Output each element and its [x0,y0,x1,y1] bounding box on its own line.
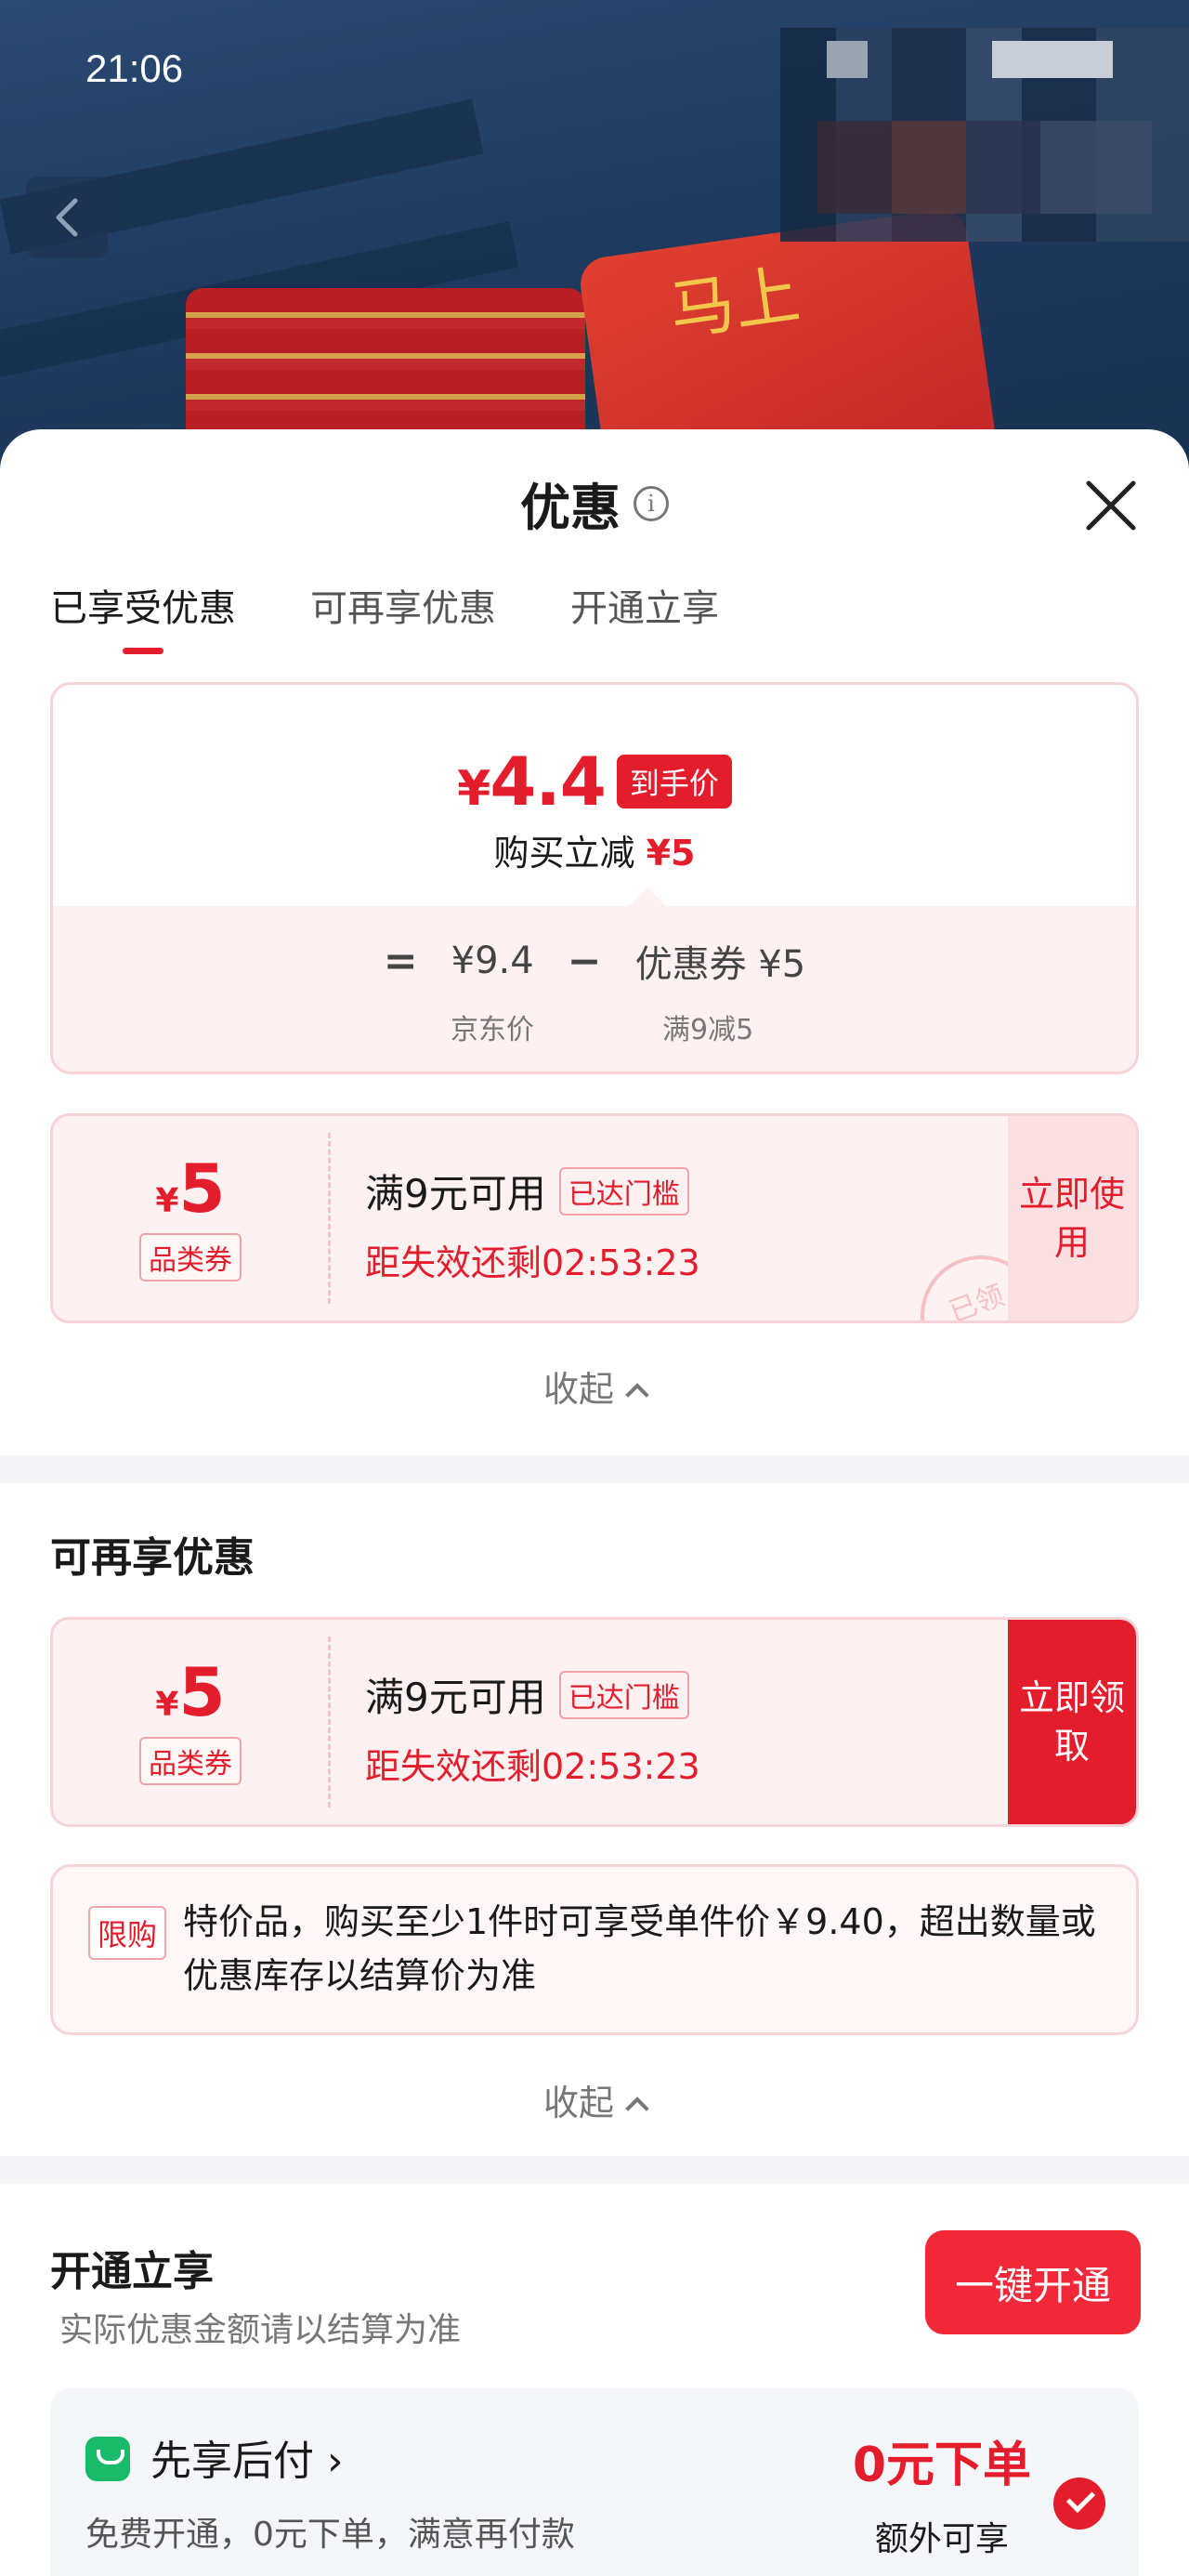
condition-text: 满9元可用 [365,1675,546,1720]
equals-sign: = [383,937,418,985]
reached-badge: 已达门槛 [558,1166,689,1216]
pixelated-region [817,121,1152,214]
limit-badge: 限购 [88,1906,167,1960]
summary-top: ¥4.4 到手价 购买立减 ¥5 [53,685,1136,906]
formula-row: = ¥9.4 − 优惠券 ¥5 [53,934,1136,988]
collapse-button[interactable]: 收起 [0,1360,1189,1412]
collapse-label: 收起 [542,1369,614,1410]
coupon-condition: 满9元可用 已达门槛 [365,1666,700,1723]
expire-countdown: 距失效还剩02:53:23 [365,1746,700,1787]
reduce-row: 购买立减 ¥5 [53,824,1136,875]
coupon-part: 优惠券 ¥5 [634,943,806,986]
one-click-open-button[interactable]: 一键开通 [925,2230,1141,2334]
condition-text: 满9元可用 [365,1171,546,1216]
coupon-condition: 满9元可用 已达门槛 [365,1163,700,1219]
open-section-title: 开通立享 [50,2248,214,2295]
tab-enjoyed[interactable]: 已享受优惠 [50,578,236,654]
cup-print: 马上 [664,256,804,350]
section-divider [0,2156,1189,2184]
price-row: ¥4.4 到手价 [53,743,1136,821]
summary-formula: = ¥9.4 − 优惠券 ¥5 京东价 满9减5 [53,887,1136,1071]
status-icon-masked [992,41,1113,78]
tab-open[interactable]: 开通立享 [570,578,719,654]
use-now-button[interactable]: 立即使用 [1008,1116,1136,1321]
close-button[interactable] [1083,478,1139,533]
jd-price: ¥9.4 [451,940,534,982]
collapse-button[interactable]: 收起 [0,2074,1189,2125]
pay-later-desc: 免费开通，0元下单，满意再付款 [85,2516,575,2554]
coupon-value: ¥5 品类券 [53,1116,328,1321]
purchase-limit-notice: 限购 特价品，购买至少1件时可享受单件价￥9.40，超出数量或优惠库存以结算价为… [50,1864,1139,2035]
price-summary-card: ¥4.4 到手价 购买立减 ¥5 = ¥9.4 − 优惠券 ¥5 京东价 满9减… [50,682,1139,1074]
final-price: ¥4.4 [457,743,607,821]
sheet-header: 优惠 i [0,467,1189,540]
coupon-amount-value: 5 [178,1150,226,1228]
info-icon[interactable]: i [634,485,669,521]
reduce-amount: ¥5 [646,833,696,874]
pay-later-title[interactable]: 先享后付 › [150,2427,344,2487]
currency-symbol: ¥ [155,1686,179,1724]
coupon-divider [328,1636,331,1807]
coupon-rule: 满9减5 [662,1014,754,1046]
chevron-left-icon [56,198,78,237]
coupon-details: 满9元可用 已达门槛 距失效还剩02:53:23 [365,1666,700,1789]
jd-price-label: 京东价 [451,1014,534,1046]
chevron-up-icon [625,2096,649,2121]
pay-later-benefit: 0元下单 额外可享 [853,2425,1031,2560]
coupon-divider [328,1133,331,1304]
coupon-value: ¥5 品类券 [53,1620,328,1824]
final-price-value: 4.4 [490,743,607,821]
coupon-amount: ¥5 [155,1155,225,1222]
extra-label: 额外可享 [874,2520,1009,2558]
tab-more[interactable]: 可再享优惠 [310,578,496,654]
coupon-details: 满9元可用 已达门槛 距失效还剩02:53:23 [365,1163,700,1285]
back-button[interactable] [26,177,108,258]
currency-symbol: ¥ [155,1182,179,1220]
expire-countdown: 距失效还剩02:53:23 [365,1242,700,1283]
coupon-amount: ¥5 [155,1659,225,1726]
section-divider [0,1455,1189,1483]
used-coupon-card: ¥5 品类券 满9元可用 已达门槛 距失效还剩02:53:23 已领 立即使用 [50,1113,1139,1323]
close-icon [1086,480,1136,531]
reduce-label: 购买立减 [493,833,635,874]
claim-now-button[interactable]: 立即领取 [1008,1620,1136,1824]
chevron-up-icon [625,1383,649,1407]
open-section-subtitle: 实际优惠金额请以结算为准 [59,2311,462,2349]
available-coupon-card: ¥5 品类券 满9元可用 已达门槛 距失效还剩02:53:23 立即领取 [50,1617,1139,1827]
limit-text: 特价品，购买至少1件时可享受单件价￥9.40，超出数量或优惠库存以结算价为准 [183,1901,1096,1996]
status-icon-masked [827,41,868,78]
minus-sign: − [567,937,602,985]
status-time: 21:06 [85,46,184,90]
tab-bar: 已享受优惠 可再享优惠 开通立享 [50,578,719,654]
zero-order-label: 0元下单 [852,2438,1031,2493]
collapse-label: 收起 [542,2083,614,2123]
category-badge: 品类券 [139,1737,242,1785]
sheet-title: 优惠 [520,479,621,537]
currency-symbol: ¥ [457,761,490,817]
shopping-bag-icon [85,2437,130,2481]
pay-later-card[interactable]: 先享后付 › 免费开通，0元下单，满意再付款 0元下单 额外可享 [50,2388,1139,2576]
category-badge: 品类券 [139,1233,242,1281]
price-tag-badge: 到手价 [616,755,732,808]
more-discounts-title: 可再享优惠 [50,1534,255,1582]
coupon-amount-value: 5 [178,1653,226,1731]
reached-badge: 已达门槛 [558,1670,689,1719]
discount-sheet: 优惠 i 已享受优惠 可再享优惠 开通立享 ¥4.4 到手价 购买立减 ¥5 = [0,429,1189,2576]
checkmark-icon[interactable] [1053,2477,1105,2530]
